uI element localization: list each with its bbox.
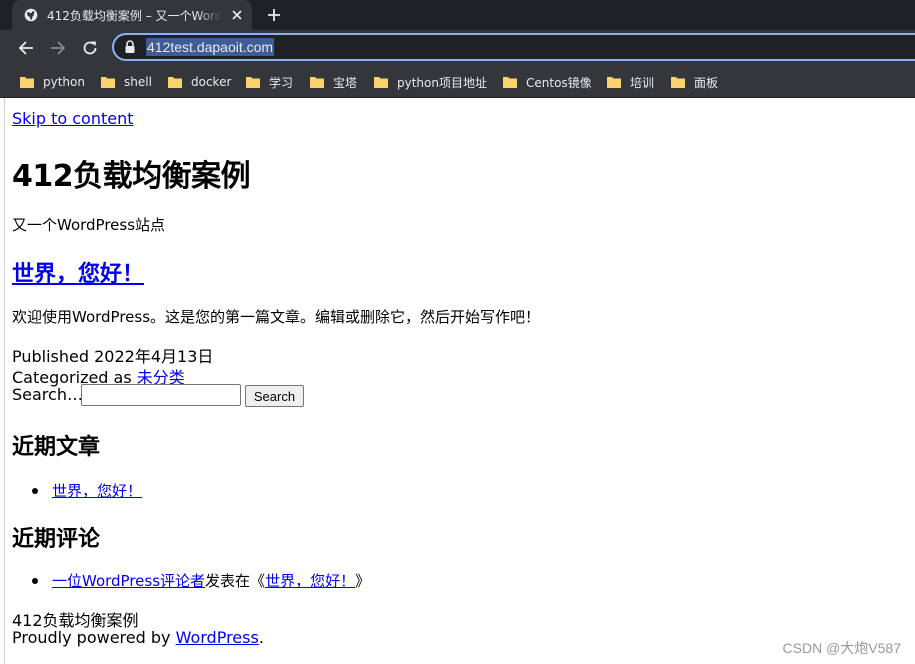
browser-toolbar: 412test.dapaoit.com bbox=[0, 30, 915, 66]
bookmark-baota[interactable]: 宝塔 bbox=[310, 72, 357, 92]
bookmark-python[interactable]: python bbox=[20, 72, 85, 92]
folder-icon bbox=[607, 76, 621, 88]
bookmark-centos-mirror[interactable]: Centos镜像 bbox=[503, 72, 592, 92]
plus-icon bbox=[268, 9, 280, 21]
comment-suffix: 》 bbox=[355, 572, 371, 590]
footer-powered-by: Proudly powered by WordPress. bbox=[12, 628, 264, 647]
commenter-link[interactable]: 一位WordPress评论者 bbox=[52, 572, 205, 590]
csdn-watermark: CSDN @大炮V587 bbox=[782, 640, 901, 656]
bookmark-shell[interactable]: shell bbox=[101, 72, 152, 92]
bookmark-label: 学习 bbox=[269, 75, 294, 90]
powered-suffix: . bbox=[258, 628, 264, 647]
bookmark-training[interactable]: 培训 bbox=[607, 72, 654, 92]
recent-post-link[interactable]: 世界，您好！ bbox=[52, 482, 142, 500]
reload-button[interactable] bbox=[80, 38, 100, 58]
tab-title: 412负载均衡案例 – 又一个WordPress站点 bbox=[47, 8, 222, 23]
search-label: Search… bbox=[12, 385, 83, 404]
folder-icon bbox=[246, 76, 260, 88]
tab-strip: 412负载均衡案例 – 又一个WordPress站点 bbox=[0, 0, 915, 30]
comment-connector: 发表在《 bbox=[205, 572, 266, 590]
site-title: 412负载均衡案例 bbox=[12, 159, 251, 194]
post-excerpt: 欢迎使用WordPress。这是您的第一篇文章。编辑或删除它，然后开始写作吧！ bbox=[12, 308, 541, 326]
folder-icon bbox=[310, 76, 324, 88]
post-title-link[interactable]: 世界，您好！ bbox=[12, 256, 144, 288]
comment-post-link[interactable]: 世界，您好！ bbox=[265, 572, 355, 590]
arrow-right-icon bbox=[51, 41, 66, 55]
new-tab-button[interactable] bbox=[263, 4, 285, 26]
skip-to-content-link[interactable]: Skip to content bbox=[12, 109, 134, 128]
site-tagline: 又一个WordPress站点 bbox=[12, 216, 166, 234]
lock-icon[interactable] bbox=[124, 40, 136, 54]
recent-comments-heading: 近期评论 bbox=[12, 527, 101, 552]
bookmarks-bar: python shell docker 学习 宝塔 python项目地址 Cen… bbox=[0, 66, 915, 98]
bookmark-label: python bbox=[43, 75, 85, 89]
folder-icon bbox=[168, 76, 182, 88]
browser-tab-active[interactable]: 412负载均衡案例 – 又一个WordPress站点 bbox=[12, 0, 252, 30]
bookmark-label: 宝塔 bbox=[333, 75, 358, 90]
bookmark-study[interactable]: 学习 bbox=[246, 72, 293, 92]
folder-icon bbox=[503, 76, 517, 88]
bookmark-label: shell bbox=[124, 75, 152, 89]
folder-icon bbox=[20, 76, 34, 88]
page-left-edge bbox=[0, 98, 5, 664]
address-bar[interactable]: 412test.dapaoit.com bbox=[112, 33, 915, 61]
forward-button[interactable] bbox=[48, 38, 68, 58]
folder-icon bbox=[374, 76, 388, 88]
globe-icon bbox=[24, 8, 38, 22]
search-input[interactable] bbox=[81, 384, 241, 406]
close-tab-icon[interactable] bbox=[228, 6, 246, 24]
list-item: 世界，您好！ bbox=[32, 480, 142, 501]
list-item: 一位WordPress评论者发表在《世界，您好！》 bbox=[32, 570, 370, 591]
folder-icon bbox=[671, 76, 685, 88]
bookmark-label: 培训 bbox=[630, 75, 655, 90]
page-content: Skip to content 412负载均衡案例 又一个WordPress站点… bbox=[0, 98, 915, 664]
bookmark-python-projects[interactable]: python项目地址 bbox=[374, 72, 487, 92]
bookmark-label: docker bbox=[191, 75, 232, 89]
bookmark-label: python项目地址 bbox=[397, 75, 487, 90]
powered-prefix: Proudly powered by bbox=[12, 628, 176, 647]
bookmark-label: Centos镜像 bbox=[526, 75, 592, 90]
wordpress-link[interactable]: WordPress bbox=[176, 628, 259, 647]
bookmark-docker[interactable]: docker bbox=[168, 72, 231, 92]
folder-icon bbox=[101, 76, 115, 88]
url-text[interactable]: 412test.dapaoit.com bbox=[146, 38, 275, 56]
reload-icon bbox=[83, 41, 97, 55]
search-button[interactable]: Search bbox=[245, 385, 304, 407]
back-button[interactable] bbox=[16, 38, 36, 58]
bookmark-panel[interactable]: 面板 bbox=[671, 72, 718, 92]
recent-posts-heading: 近期文章 bbox=[12, 435, 101, 460]
bookmark-label: 面板 bbox=[694, 75, 719, 90]
arrow-left-icon bbox=[18, 41, 33, 55]
